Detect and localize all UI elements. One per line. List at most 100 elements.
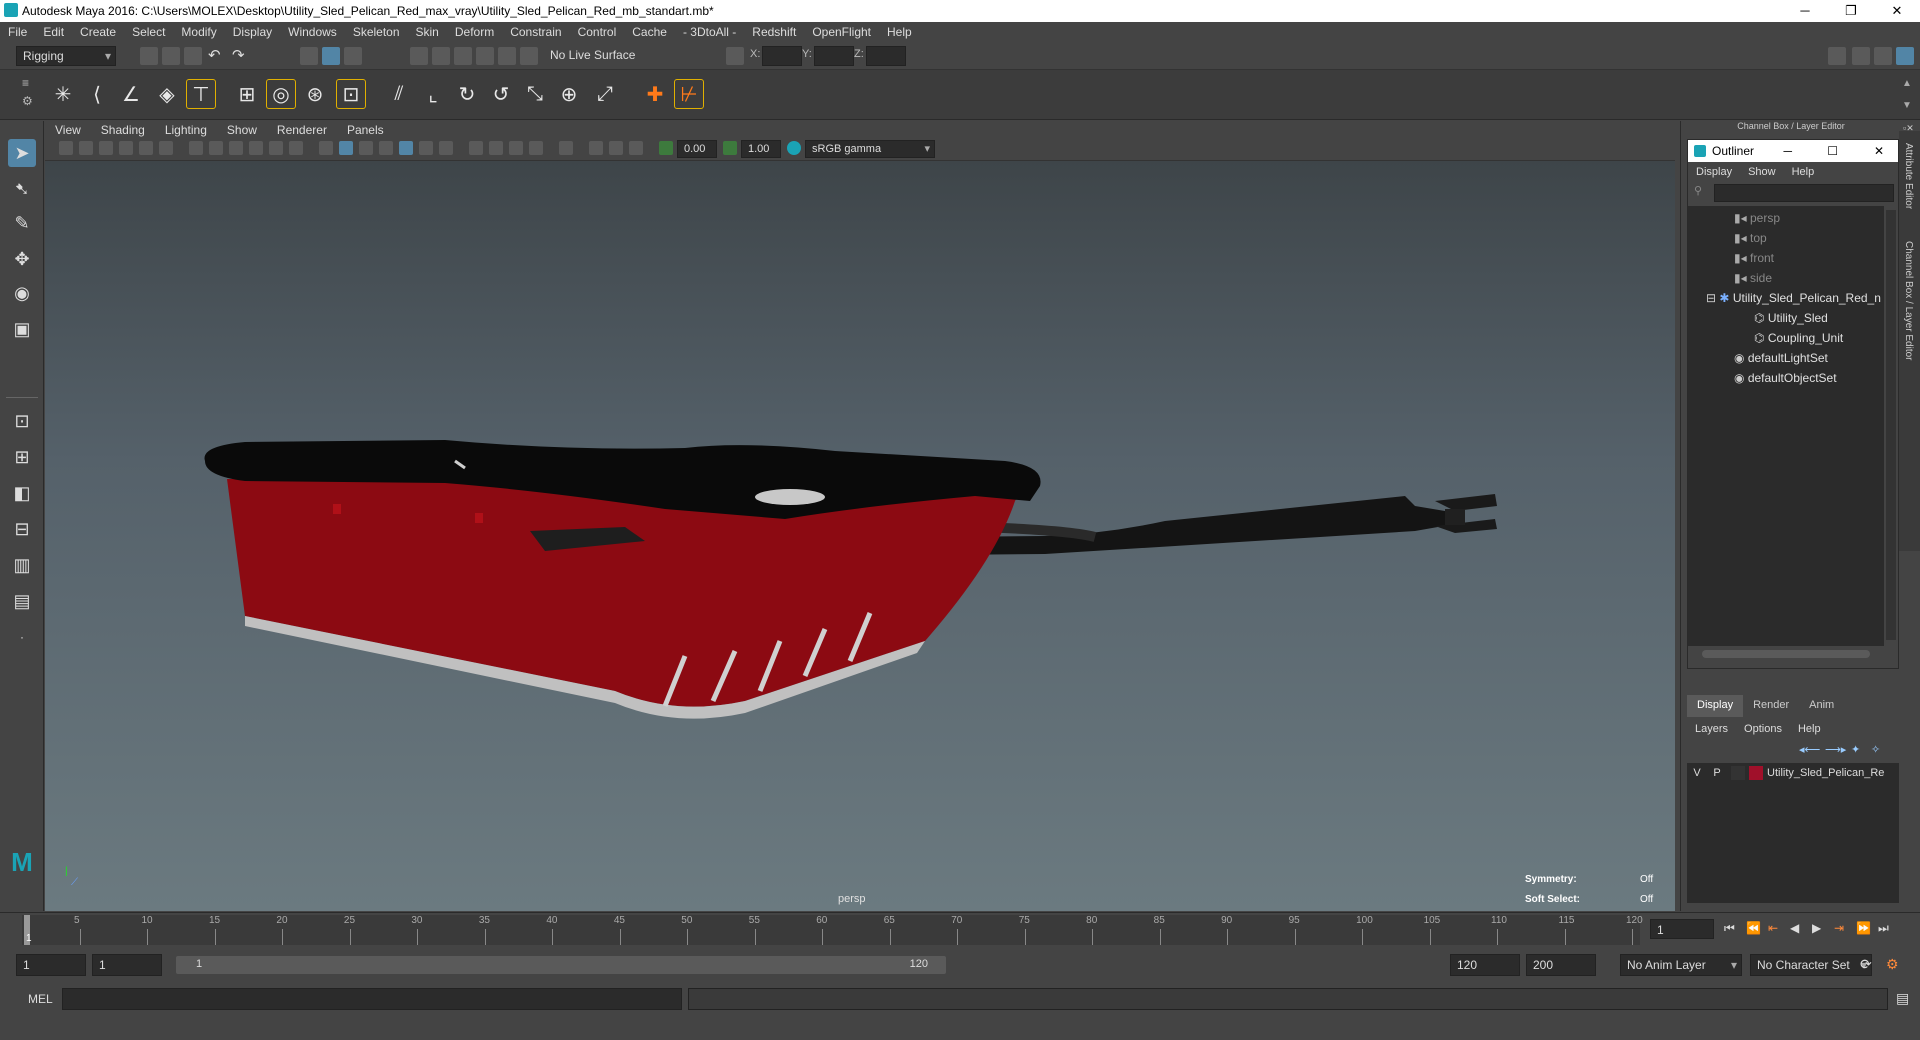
motion-blur-icon[interactable]: [489, 141, 503, 155]
anti-alias-icon[interactable]: [509, 141, 523, 155]
range-slider-bar[interactable]: 1 120: [176, 956, 946, 974]
minimize-button[interactable]: ─: [1782, 0, 1828, 22]
select-object-icon[interactable]: [322, 47, 340, 65]
outliner-close-icon[interactable]: ✕: [1874, 144, 1884, 158]
animation-preferences-icon[interactable]: ⚙: [1886, 956, 1899, 973]
go-to-end-icon[interactable]: ⏭: [1878, 921, 1889, 936]
outliner-item-utility-sled[interactable]: ⌬ Utility_Sled: [1754, 308, 1828, 328]
playback-end-field[interactable]: 120: [1450, 954, 1520, 976]
wireframe-on-shaded-icon[interactable]: [379, 141, 393, 155]
single-perspective-layout-icon[interactable]: ⊡: [8, 407, 36, 435]
uv-layout-icon[interactable]: ▤: [8, 587, 36, 615]
ik-spline-icon[interactable]: ∠: [116, 79, 146, 109]
tool-settings-toggle-icon[interactable]: [1896, 47, 1914, 65]
outliner-menu-display[interactable]: Display: [1688, 166, 1740, 178]
render-settings-icon[interactable]: [1828, 47, 1846, 65]
outliner-item-group[interactable]: ⊟ ✱ Utility_Sled_Pelican_Red_n: [1706, 288, 1881, 308]
ik-fk-icon[interactable]: ⊬: [674, 79, 704, 109]
command-input[interactable]: [62, 988, 682, 1010]
menu-3dtoall[interactable]: - 3DtoAll -: [675, 25, 744, 39]
menu-deform[interactable]: Deform: [447, 25, 502, 39]
scale-tool-icon[interactable]: ▣: [8, 315, 36, 343]
attribute-editor-toggle-icon[interactable]: [1874, 47, 1892, 65]
menu-constrain[interactable]: Constrain: [502, 25, 569, 39]
outliner-item-default-light-set[interactable]: ◉ defaultLightSet: [1734, 348, 1828, 368]
outliner-maximize-icon[interactable]: ☐: [1827, 144, 1838, 158]
menu-openflight[interactable]: OpenFlight: [804, 25, 879, 39]
menu-create[interactable]: Create: [72, 25, 124, 39]
layer-tab-display[interactable]: Display: [1687, 695, 1744, 717]
outliner-item-default-object-set[interactable]: ◉ defaultObjectSet: [1734, 368, 1837, 388]
script-editor-icon[interactable]: ▤: [1896, 990, 1909, 1007]
menu-file[interactable]: File: [0, 25, 35, 39]
shelf-settings-icon[interactable]: ⚙: [22, 94, 33, 108]
outliner-item-front[interactable]: ▮◂ front: [1734, 248, 1774, 268]
shelf-scroll-up-icon[interactable]: ▲: [1902, 78, 1912, 89]
x-field[interactable]: [762, 46, 802, 66]
new-layer-icon[interactable]: ✦: [1851, 743, 1860, 756]
panel-menu-renderer[interactable]: Renderer: [267, 123, 337, 137]
transform-constraint-icon[interactable]: [726, 47, 744, 65]
wireframe-icon[interactable]: [319, 141, 333, 155]
step-forward-frame-icon[interactable]: ⇥: [1834, 921, 1844, 935]
lattice-icon[interactable]: ⊛: [300, 79, 330, 109]
gamma-field[interactable]: 1.00: [741, 140, 781, 158]
select-component-icon[interactable]: [344, 47, 362, 65]
anim-layer-dropdown[interactable]: No Anim Layer ▾: [1620, 954, 1742, 976]
outliner-item-side[interactable]: ▮◂ side: [1734, 268, 1772, 288]
step-back-frame-icon[interactable]: ⇤: [1768, 921, 1778, 935]
play-forwards-icon[interactable]: ▶: [1812, 921, 1821, 935]
snap-point-icon[interactable]: [454, 47, 472, 65]
redo-icon[interactable]: ↷: [232, 46, 245, 64]
z-field[interactable]: [866, 46, 906, 66]
lights-icon[interactable]: [419, 141, 433, 155]
persp-outliner-layout-icon[interactable]: ◧: [8, 479, 36, 507]
ik-handle-icon[interactable]: ⟨: [82, 79, 112, 109]
hypershade-layout-icon[interactable]: ▥: [8, 551, 36, 579]
outliner-item-top[interactable]: ▮◂ top: [1734, 228, 1767, 248]
camera-select-icon[interactable]: [59, 141, 73, 155]
select-tool-icon[interactable]: ➤: [8, 139, 36, 167]
shadows-icon[interactable]: [439, 141, 453, 155]
isolate-select-icon[interactable]: [559, 141, 573, 155]
panel-menu-lighting[interactable]: Lighting: [155, 123, 217, 137]
xray-active-icon[interactable]: [609, 141, 623, 155]
point-constraint-icon[interactable]: ⌞: [418, 79, 448, 109]
viewport-persp[interactable]: | ⟋ persp Symmetry: Off Soft Select: Off: [45, 161, 1675, 911]
color-space-dropdown[interactable]: sRGB gamma ▾: [805, 140, 935, 158]
outliner-item-coupling-unit[interactable]: ⌬ Coupling_Unit: [1754, 328, 1843, 348]
menu-modify[interactable]: Modify: [173, 25, 224, 39]
menu-redshift[interactable]: Redshift: [744, 25, 804, 39]
xray-joints-icon[interactable]: [629, 141, 643, 155]
animation-end-field[interactable]: 200: [1526, 954, 1596, 976]
layer-tab-render[interactable]: Render: [1743, 695, 1799, 717]
camera-attributes-icon[interactable]: [79, 141, 93, 155]
grid-toggle-icon[interactable]: [189, 141, 203, 155]
parent-constraint-icon[interactable]: ⫽: [384, 79, 414, 109]
menu-cache[interactable]: Cache: [624, 25, 675, 39]
snap-grid-icon[interactable]: [410, 47, 428, 65]
snap-surface-icon[interactable]: [498, 47, 516, 65]
outliner-menu-show[interactable]: Show: [1740, 166, 1784, 178]
2d-pan-zoom-icon[interactable]: [139, 141, 153, 155]
four-view-layout-icon[interactable]: ⊞: [8, 443, 36, 471]
new-layer-selected-icon[interactable]: ✧: [1871, 743, 1880, 756]
save-scene-icon[interactable]: [184, 47, 202, 65]
gamma-icon[interactable]: [723, 141, 737, 155]
menu-edit[interactable]: Edit: [35, 25, 72, 39]
time-slider[interactable]: 1 5 10 15 20 25 30 35 40 45 50 55 60 65 70 75 80 85 90 95 1…: [0, 912, 1920, 946]
mode-dropdown[interactable]: Rigging ▾: [16, 46, 116, 66]
persp-graph-layout-icon[interactable]: ⊟: [8, 515, 36, 543]
rotate-tool-icon[interactable]: ◉: [8, 279, 36, 307]
shelf-menu-icon[interactable]: ≡: [22, 76, 29, 90]
panel-menu-view[interactable]: View: [45, 123, 91, 137]
resolution-gate-icon[interactable]: [229, 141, 243, 155]
layer-playback[interactable]: P: [1707, 767, 1727, 779]
bookmark-icon[interactable]: [99, 141, 113, 155]
paint-select-icon[interactable]: ✎: [8, 209, 36, 237]
panel-menu-show[interactable]: Show: [217, 123, 267, 137]
layer-menu-layers[interactable]: Layers: [1687, 723, 1736, 735]
outliner-hscrollbar[interactable]: [1702, 650, 1870, 658]
snap-curve-icon[interactable]: [432, 47, 450, 65]
playback-start-field[interactable]: 1: [92, 954, 162, 976]
